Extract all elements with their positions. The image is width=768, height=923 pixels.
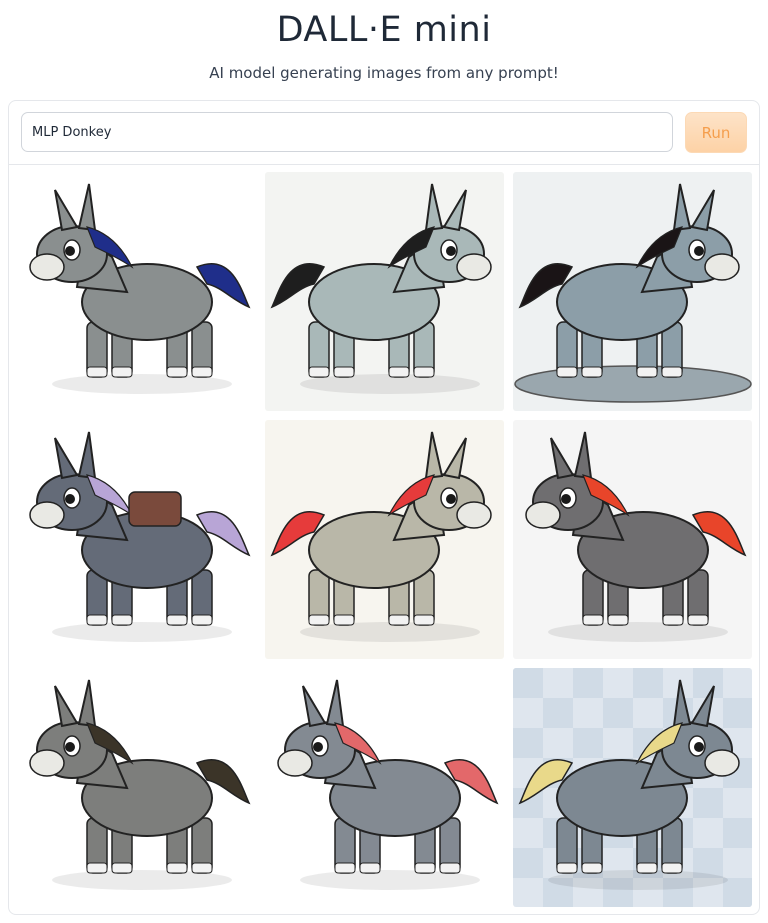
generated-image-artwork — [513, 172, 752, 411]
generated-image-artwork — [265, 420, 504, 659]
image-gallery — [17, 172, 753, 908]
generated-image-1[interactable] — [17, 172, 256, 411]
generated-image-artwork — [513, 420, 752, 659]
generated-image-artwork — [265, 172, 504, 411]
generated-image-2[interactable] — [265, 172, 504, 411]
generated-image-artwork — [513, 668, 752, 907]
run-button[interactable]: Run — [685, 112, 747, 153]
prompt-row: Run — [9, 101, 759, 165]
generated-image-7[interactable] — [17, 668, 256, 907]
generated-image-4[interactable] — [17, 420, 256, 659]
generated-image-artwork — [17, 420, 256, 659]
dalle-mini-app: DALL·E mini AI model generating images f… — [0, 0, 768, 923]
generated-image-artwork — [17, 172, 256, 411]
page-subtitle: AI model generating images from any prom… — [209, 64, 559, 82]
generated-image-5[interactable] — [265, 420, 504, 659]
page-title: DALL·E mini — [276, 10, 492, 50]
generated-image-9[interactable] — [513, 668, 752, 907]
generated-image-artwork — [17, 668, 256, 907]
prompt-input[interactable] — [21, 112, 673, 152]
generation-panel: Run — [8, 100, 760, 915]
generated-image-8[interactable] — [265, 668, 504, 907]
generated-image-6[interactable] — [513, 420, 752, 659]
generated-image-3[interactable] — [513, 172, 752, 411]
generated-image-artwork — [265, 668, 504, 907]
